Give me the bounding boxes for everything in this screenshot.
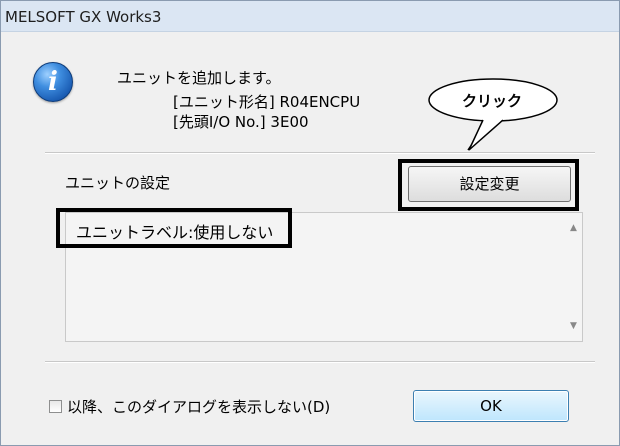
listbox-scrollbar[interactable]: ▲ ▼ xyxy=(565,213,582,341)
unit-settings-label: ユニットの設定 xyxy=(65,174,171,192)
ok-button-label: OK xyxy=(480,397,502,415)
dont-show-again-label[interactable]: 以降、このダイアログを表示しない(D) xyxy=(67,396,330,417)
info-icon: i xyxy=(33,62,73,102)
message-line-1: ユニットを追加します。 xyxy=(117,69,281,87)
change-settings-button-label: 設定変更 xyxy=(459,175,520,193)
separator-bottom xyxy=(45,361,595,363)
window-title: MELSOFT GX Works3 xyxy=(5,8,162,26)
dont-show-again-checkbox[interactable] xyxy=(49,400,62,413)
change-settings-button[interactable]: 設定変更 xyxy=(408,166,571,202)
scroll-up-icon[interactable]: ▲ xyxy=(568,223,579,233)
separator-top xyxy=(45,152,595,154)
message-line-2: [ユニット形名] R04ENCPU xyxy=(173,93,361,111)
scroll-down-icon[interactable]: ▼ xyxy=(568,321,579,331)
title-bar[interactable]: MELSOFT GX Works3 xyxy=(1,1,619,32)
message-line-3: [先頭I/O No.] 3E00 xyxy=(173,113,309,131)
ok-button[interactable]: OK xyxy=(413,390,569,422)
unit-label-highlight xyxy=(56,208,292,248)
